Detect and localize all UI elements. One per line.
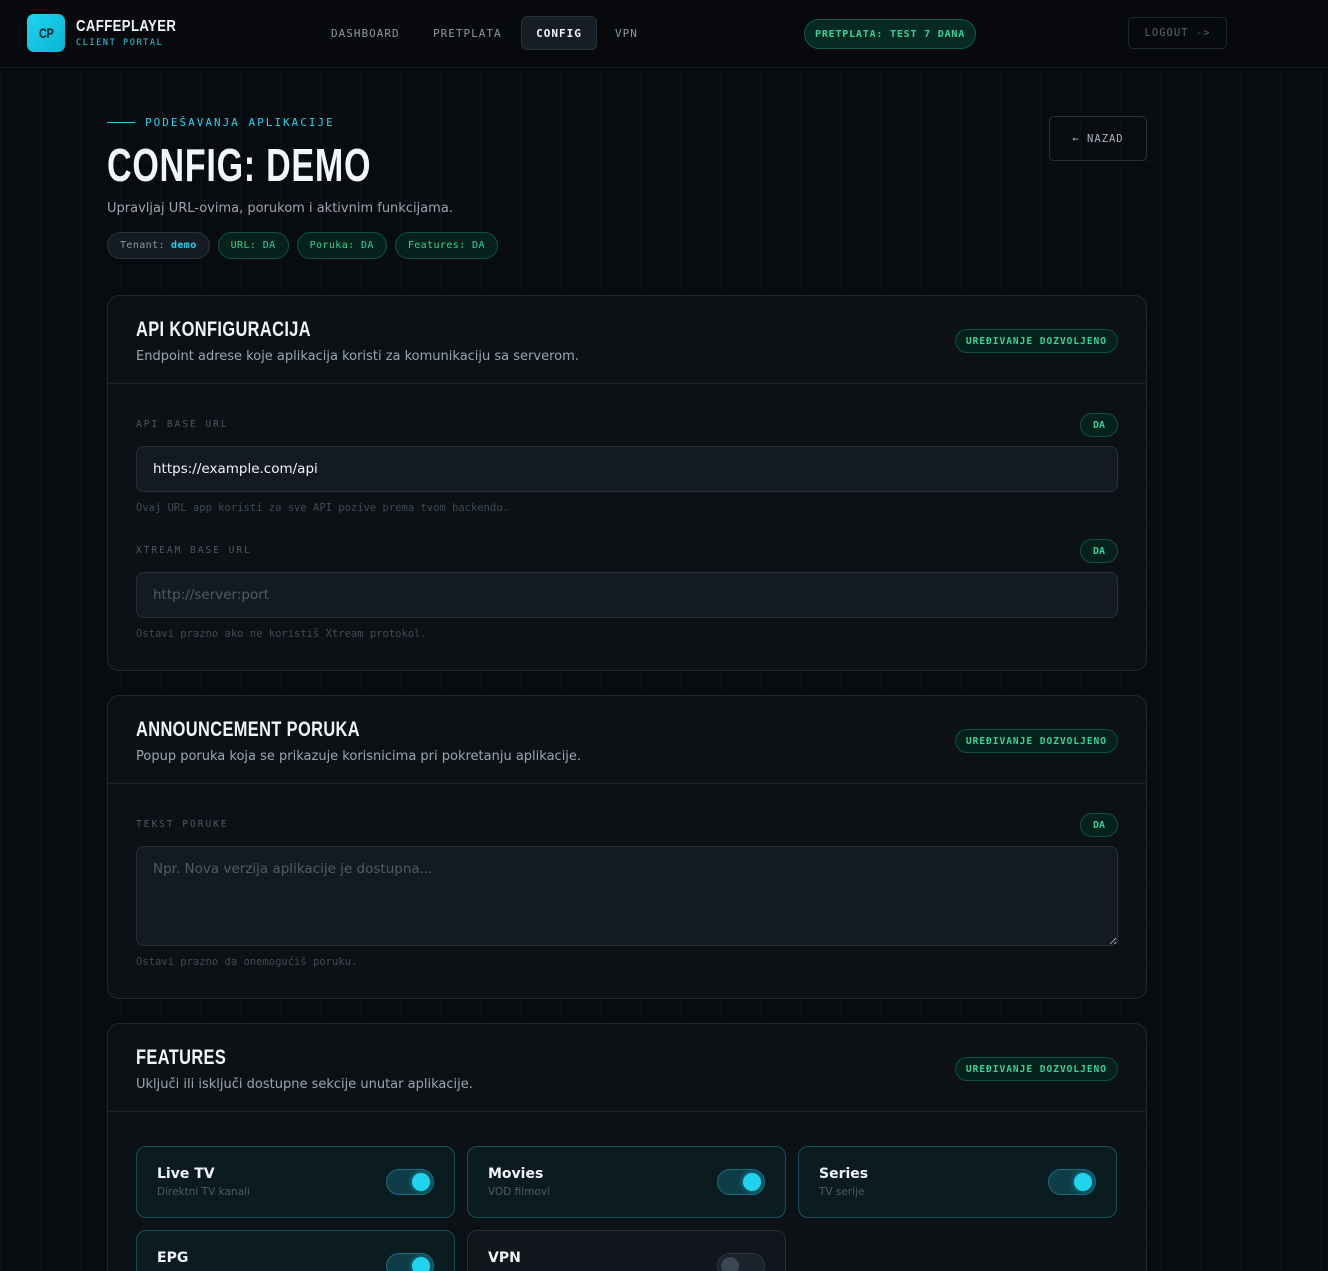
edit-allowed-badge: UREĐIVANJE DOZVOLJENO <box>954 1057 1118 1081</box>
eyebrow-text: PODEŠAVANJA APLIKACIJE <box>145 116 335 129</box>
feature-epg[interactable]: EPG <box>136 1230 455 1271</box>
status-badge: DA <box>1080 413 1118 437</box>
nav-config[interactable]: CONFIG <box>521 16 597 50</box>
vpn-toggle[interactable] <box>717 1253 765 1271</box>
feature-name: VPN <box>488 1250 521 1266</box>
brand-name: CAFFEPLAYER <box>76 18 177 35</box>
feature-description: Direktni TV kanali <box>157 1186 250 1198</box>
toggle-knob <box>743 1173 761 1191</box>
poruka-chip: Poruka: DA <box>296 232 387 259</box>
logout-button[interactable]: LOGOUT -> <box>1128 17 1227 49</box>
tenant-value: demo <box>170 240 197 251</box>
features-chip: Features: DA <box>394 232 498 259</box>
feature-vpn[interactable]: VPN <box>467 1230 786 1271</box>
subscription-badge: PRETPLATA: TEST 7 DANA <box>804 19 977 49</box>
toggle-knob <box>412 1173 430 1191</box>
message-text-label: TEKST PORUKE <box>136 819 229 830</box>
card-header: API KONFIGURACIJA Endpoint adrese koje a… <box>108 296 1146 384</box>
feature-name: Movies <box>488 1166 544 1182</box>
feature-description: TV serije <box>819 1186 865 1198</box>
xtream-base-url-label: XTREAM BASE URL <box>136 545 252 556</box>
feature-name: Live TV <box>157 1166 215 1182</box>
feature-description: VOD filmovi <box>488 1186 551 1198</box>
logo-text: CP <box>38 25 54 41</box>
url-chip: URL: DA <box>217 232 289 259</box>
page-eyebrow: PODEŠAVANJA APLIKACIJE <box>107 116 335 129</box>
toggle-knob <box>1074 1173 1092 1191</box>
card-title: ANNOUNCEMENT PORUKA <box>136 718 360 741</box>
feature-name: EPG <box>157 1250 189 1266</box>
status-badge: DA <box>1080 539 1118 563</box>
card-title: FEATURES <box>136 1046 227 1069</box>
card-description: Uključi ili isključi dostupne sekcije un… <box>136 1077 473 1092</box>
eyebrow-line <box>107 122 135 123</box>
top-nav: CP CAFFEPLAYER CLIENT PORTAL DASHBOARD P… <box>0 0 1328 68</box>
feature-live-tv[interactable]: Live TV Direktni TV kanali <box>136 1146 455 1218</box>
features-card: FEATURES Uključi ili isključi dostupne s… <box>107 1023 1147 1271</box>
xtream-base-url-hint: Ostavi prazno ako ne koristiš Xtream pro… <box>136 628 427 640</box>
nav-dashboard[interactable]: DASHBOARD <box>317 16 414 50</box>
logo-icon[interactable]: CP <box>27 14 65 52</box>
api-base-url-hint: Ovaj URL app koristi za sve API pozive p… <box>136 502 509 514</box>
feature-movies[interactable]: Movies VOD filmovi <box>467 1146 786 1218</box>
back-button[interactable]: ← NAZAD <box>1049 116 1147 161</box>
nav-vpn[interactable]: VPN <box>601 16 652 50</box>
nav-pretplata[interactable]: PRETPLATA <box>419 16 516 50</box>
status-badge: DA <box>1080 813 1118 837</box>
page-title: CONFIG: DEMO <box>107 139 372 191</box>
card-header: FEATURES Uključi ili isključi dostupne s… <box>108 1024 1146 1112</box>
tenant-chip: Tenant: demo <box>107 232 210 259</box>
series-toggle[interactable] <box>1048 1169 1096 1195</box>
status-chips: Tenant: demo URL: DA Poruka: DA Features… <box>107 232 498 259</box>
feature-name: Series <box>819 1166 869 1182</box>
message-textarea[interactable] <box>136 846 1118 946</box>
epg-toggle[interactable] <box>386 1253 434 1271</box>
api-base-url-input[interactable] <box>136 446 1118 492</box>
edit-allowed-badge: UREĐIVANJE DOZVOLJENO <box>954 329 1118 353</box>
edit-allowed-badge: UREĐIVANJE DOZVOLJENO <box>954 729 1118 753</box>
tenant-label: Tenant: <box>120 240 165 251</box>
feature-series[interactable]: Series TV serije <box>798 1146 1117 1218</box>
xtream-base-url-input[interactable] <box>136 572 1118 618</box>
toggle-knob <box>721 1257 739 1271</box>
live-tv-toggle[interactable] <box>386 1169 434 1195</box>
page-subtitle: Upravljaj URL-ovima, porukom i aktivnim … <box>107 201 453 216</box>
api-base-url-label: API BASE URL <box>136 419 229 430</box>
api-config-card: API KONFIGURACIJA Endpoint adrese koje a… <box>107 295 1147 671</box>
toggle-knob <box>412 1257 430 1271</box>
brand-subtitle: CLIENT PORTAL <box>76 38 164 48</box>
movies-toggle[interactable] <box>717 1169 765 1195</box>
card-description: Popup poruka koja se prikazuje korisnici… <box>136 749 582 764</box>
card-title: API KONFIGURACIJA <box>136 318 312 341</box>
announcement-card: ANNOUNCEMENT PORUKA Popup poruka koja se… <box>107 695 1147 999</box>
card-description: Endpoint adrese koje aplikacija koristi … <box>136 349 579 364</box>
card-header: ANNOUNCEMENT PORUKA Popup poruka koja se… <box>108 696 1146 784</box>
message-hint: Ostavi prazno da onemogućiš poruku. <box>136 956 358 968</box>
